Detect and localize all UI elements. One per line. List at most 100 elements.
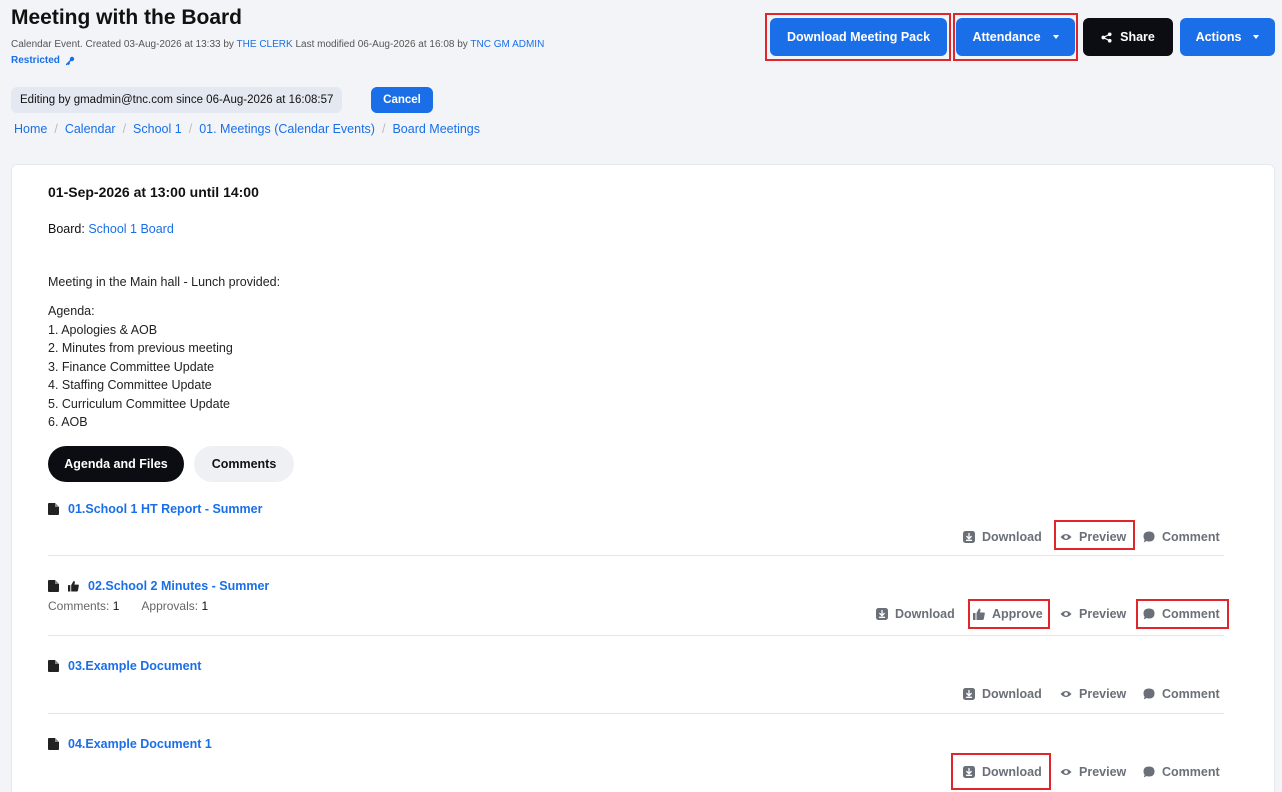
comment-label: Comment: [1162, 607, 1220, 621]
board-label: Board:: [48, 222, 85, 236]
download-label: Download: [982, 765, 1042, 779]
comment-label: Comment: [1162, 530, 1220, 544]
preview-action[interactable]: Preview: [1060, 607, 1126, 621]
breadcrumb-separator: /: [381, 122, 386, 136]
comment-action[interactable]: Comment: [1143, 607, 1220, 621]
agenda-item: 1. Apologies & AOB: [48, 322, 158, 337]
thumbs-up-icon: [973, 608, 985, 620]
meta-modified-text: Last modified 06-Aug-2026 at 16:08 by: [295, 39, 468, 50]
breadcrumb-separator: /: [188, 122, 193, 136]
comment-icon: [1143, 766, 1155, 778]
cancel-editing-button[interactable]: Cancel: [371, 87, 433, 113]
download-action[interactable]: Download: [963, 530, 1042, 544]
attendance-label: Attendance: [972, 30, 1041, 44]
key-icon: [65, 56, 75, 65]
comment-action[interactable]: Comment: [1143, 687, 1220, 701]
document-title: 02.School 2 Minutes - Summer: [88, 579, 270, 593]
download-label: Download: [895, 607, 955, 621]
actions-label: Actions: [1195, 30, 1242, 44]
agenda-item: 6. AOB: [48, 415, 88, 429]
editing-notice: Editing by gmadmin@tnc.com since 06-Aug-…: [11, 87, 343, 113]
meta-created-text: Calendar Event. Created 03-Aug-2026 at 1…: [11, 39, 234, 50]
eye-icon: [1060, 691, 1072, 697]
divider: [48, 713, 1224, 714]
attendance-dropdown-button[interactable]: Attendance: [956, 18, 1075, 56]
breadcrumb-separator: /: [54, 122, 58, 136]
document-icon: [48, 503, 59, 515]
comments-count-label: Comments:: [48, 599, 110, 613]
breadcrumb: Home / Calendar / School 1 / 01. Meeting…: [14, 122, 480, 136]
document-title-link[interactable]: 01.School 1 HT Report - Summer: [48, 502, 262, 516]
restricted-label: Restricted: [11, 55, 60, 66]
eye-icon: [1060, 611, 1072, 617]
download-action[interactable]: Download: [963, 687, 1042, 701]
divider: [48, 635, 1224, 636]
agenda-item: 2. Minutes from previous meeting: [48, 341, 233, 355]
document-title: 01.School 1 HT Report - Summer: [68, 502, 263, 516]
page-title: Meeting with the Board: [11, 6, 242, 29]
download-icon: [963, 766, 975, 778]
comment-action[interactable]: Comment: [1143, 765, 1220, 779]
download-action[interactable]: Download: [963, 765, 1042, 779]
caret-down-icon: [1052, 35, 1059, 39]
document-icon: [48, 580, 59, 592]
event-meta: Calendar Event. Created 03-Aug-2026 at 1…: [11, 39, 544, 50]
document-title: 03.Example Document: [68, 659, 202, 673]
board-line: Board: School 1 Board: [48, 222, 174, 236]
divider: [48, 555, 1224, 556]
share-icon: [1101, 31, 1112, 43]
download-meeting-pack-label: Download Meeting Pack: [786, 30, 931, 44]
agenda-heading: Agenda:: [48, 304, 95, 318]
eye-icon: [1060, 769, 1072, 775]
download-meeting-pack-button[interactable]: Download Meeting Pack: [770, 18, 947, 56]
agenda-item: 5. Curriculum Committee Update: [48, 396, 231, 411]
agenda-item: 3. Finance Committee Update: [48, 359, 215, 374]
caret-down-icon: [1253, 35, 1260, 39]
approve-action[interactable]: Approve: [973, 607, 1043, 621]
download-action[interactable]: Download: [876, 607, 955, 621]
breadcrumb-school[interactable]: School 1: [133, 122, 182, 136]
preview-action[interactable]: Preview: [1060, 765, 1126, 779]
comment-icon: [1143, 688, 1155, 700]
document-title-link[interactable]: 03.Example Document: [48, 659, 201, 673]
breadcrumb-home[interactable]: Home: [14, 122, 47, 136]
approve-label: Approve: [992, 607, 1043, 621]
thumbs-up-icon: [68, 580, 79, 592]
preview-action[interactable]: Preview: [1060, 687, 1126, 701]
download-label: Download: [982, 530, 1042, 544]
document-title-link[interactable]: 02.School 2 Minutes - Summer: [48, 579, 269, 593]
agenda-item: 4. Staffing Committee Update: [48, 378, 212, 392]
preview-label: Preview: [1079, 530, 1127, 544]
tab-agenda-and-files[interactable]: Agenda and Files: [48, 446, 184, 482]
comment-label: Comment: [1162, 765, 1220, 779]
breadcrumb-calendar[interactable]: Calendar: [65, 122, 116, 136]
document-icon: [48, 660, 59, 672]
download-icon: [963, 531, 975, 543]
approvals-count-label: Approvals:: [141, 599, 199, 613]
share-button[interactable]: Share: [1083, 18, 1173, 56]
preview-action[interactable]: Preview: [1060, 530, 1126, 544]
preview-label: Preview: [1079, 765, 1127, 779]
download-label: Download: [982, 687, 1042, 701]
modified-by-link[interactable]: TNC GM ADMIN: [470, 39, 544, 50]
comment-icon: [1143, 531, 1155, 543]
board-link[interactable]: School 1 Board: [88, 222, 173, 236]
breadcrumb-meetings[interactable]: 01. Meetings (Calendar Events): [199, 122, 375, 136]
comments-count: 1: [112, 599, 120, 613]
breadcrumb-separator: /: [122, 122, 127, 136]
breadcrumb-board-meetings[interactable]: Board Meetings: [392, 122, 480, 136]
tab-comments[interactable]: Comments: [194, 446, 294, 482]
comment-label: Comment: [1162, 687, 1220, 701]
document-counts: Comments: 1 Approvals: 1: [48, 599, 208, 613]
document-title-link[interactable]: 04.Example Document 1: [48, 737, 212, 751]
restricted-badge[interactable]: Restricted: [11, 55, 75, 66]
approvals-count: 1: [201, 599, 209, 613]
preview-label: Preview: [1079, 607, 1127, 621]
share-label: Share: [1120, 30, 1155, 44]
comment-icon: [1143, 608, 1155, 620]
actions-dropdown-button[interactable]: Actions: [1180, 18, 1275, 56]
created-by-link[interactable]: THE CLERK: [237, 39, 293, 50]
preview-label: Preview: [1079, 687, 1127, 701]
comment-action[interactable]: Comment: [1143, 530, 1220, 544]
event-time: 01-Sep-2026 at 13:00 until 14:00: [48, 184, 259, 200]
